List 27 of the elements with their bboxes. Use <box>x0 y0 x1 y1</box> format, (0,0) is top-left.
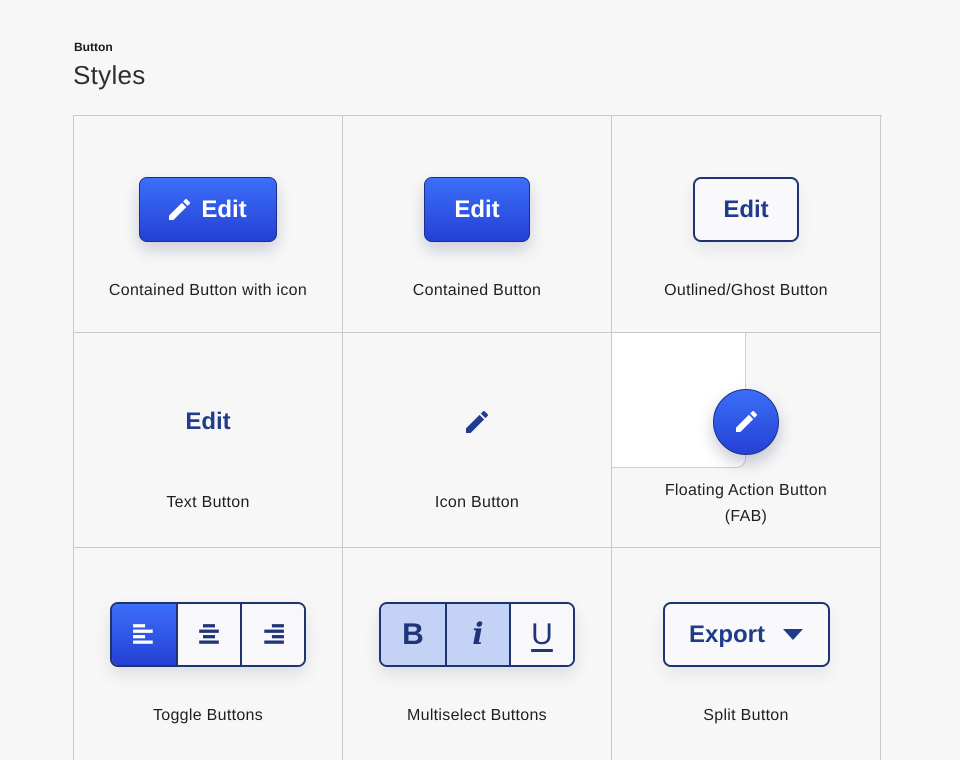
pencil-icon <box>736 411 756 432</box>
edit-button[interactable]: Edit <box>139 177 277 242</box>
edit-button[interactable]: Edit <box>424 177 530 242</box>
caption: Split Button <box>703 706 789 726</box>
caption: Contained Button <box>412 281 542 301</box>
page-title: Styles <box>73 60 147 90</box>
pencil-icon <box>169 199 190 220</box>
section-label: Button <box>74 40 114 54</box>
caption: Contained Button with icon <box>108 281 308 301</box>
caption: Multiselect Buttons <box>407 706 547 726</box>
caption: Toggle Buttons <box>152 706 264 726</box>
pencil-icon <box>466 410 488 432</box>
toggle-option[interactable] <box>176 604 240 665</box>
caption: Floating Action Button (FAB) <box>664 481 828 527</box>
underline-button[interactable]: U <box>509 604 573 665</box>
edit-button[interactable]: Edit <box>175 402 241 442</box>
caption: Outlined/Ghost Button <box>664 281 828 301</box>
caption: Icon Button <box>434 493 520 513</box>
caret-icon <box>783 629 803 640</box>
align-center-icon <box>197 624 221 645</box>
bold-button[interactable]: B <box>381 604 445 665</box>
italic-button[interactable]: i <box>445 604 509 665</box>
edit-button[interactable]: Edit <box>693 177 799 242</box>
toggle-option[interactable] <box>112 604 176 665</box>
export-split-button[interactable]: Export <box>662 602 830 667</box>
toggle-option[interactable] <box>240 604 304 665</box>
caption: Text Button <box>166 493 250 513</box>
